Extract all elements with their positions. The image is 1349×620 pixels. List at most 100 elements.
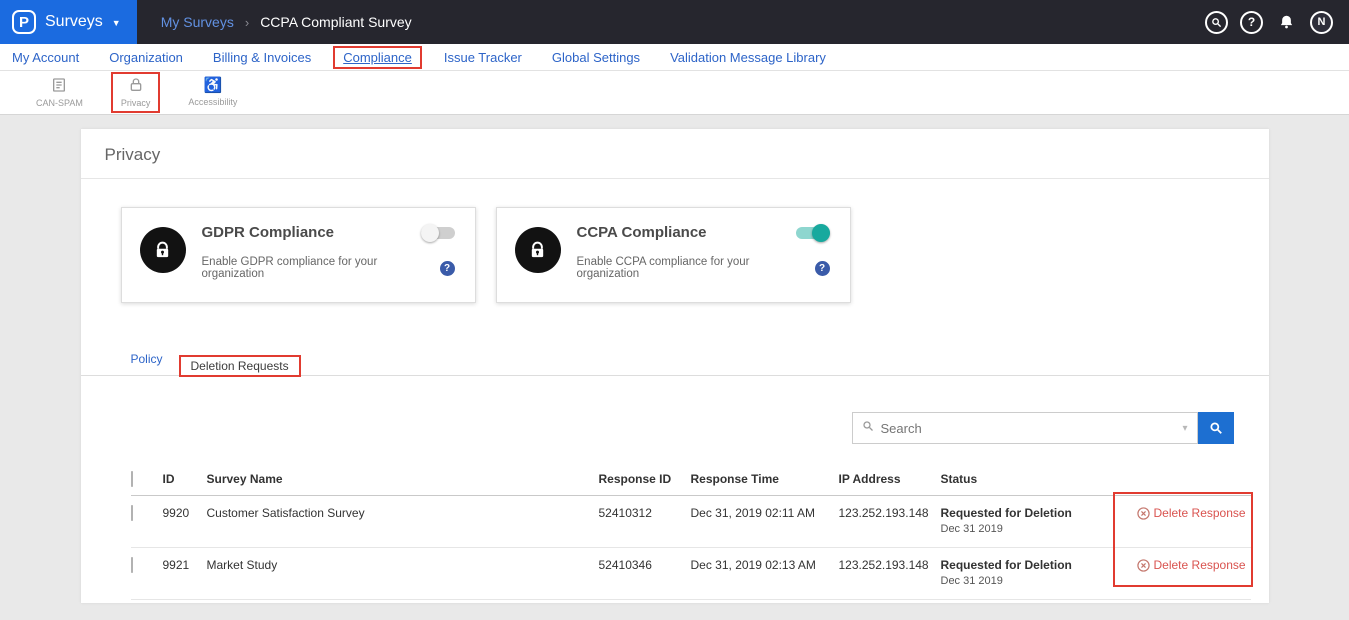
cell-response-id: 52410312 [599, 496, 691, 548]
status-text: Requested for Deletion [941, 506, 1137, 520]
brand-logo: P [12, 10, 36, 34]
ccpa-compliance-card: CCPA Compliance Enable CCPA compliance f… [496, 207, 851, 303]
nav-compliance[interactable]: Compliance [343, 50, 412, 65]
delete-response-label: Delete Response [1154, 558, 1246, 572]
nav-issue-tracker[interactable]: Issue Tracker [444, 50, 522, 65]
col-status: Status [941, 466, 1137, 496]
breadcrumb: My Surveys › CCPA Compliant Survey [161, 14, 412, 30]
accessibility-icon: ♿ [204, 78, 223, 94]
gdpr-help-icon[interactable]: ? [440, 261, 455, 276]
breadcrumb-separator: › [245, 15, 249, 30]
col-survey-name: Survey Name [207, 466, 599, 496]
row-checkbox[interactable] [131, 505, 133, 521]
cell-id: 9921 [163, 548, 207, 600]
privacy-tabs: Policy Deletion Requests [81, 345, 1269, 376]
subnav-label: CAN-SPAM [36, 98, 83, 108]
tab-deletion-requests[interactable]: Deletion Requests [181, 354, 299, 380]
lock-icon [515, 227, 561, 273]
select-all-checkbox[interactable] [131, 471, 133, 487]
nav-validation-message-library[interactable]: Validation Message Library [670, 50, 826, 65]
cell-actions: Delete Response [1137, 548, 1251, 600]
cell-response-time: Dec 31, 2019 02:13 AM [691, 548, 839, 600]
gdpr-card-body: GDPR Compliance Enable GDPR compliance f… [202, 224, 457, 280]
app-switcher[interactable]: P Surveys ▼ [0, 0, 137, 44]
search-button[interactable] [1198, 412, 1234, 444]
circle-x-icon [1137, 507, 1150, 520]
subnav-accessibility[interactable]: ♿ Accessibility [180, 75, 245, 110]
compliance-toolbar: CAN-SPAM Privacy ♿ Accessibility [0, 71, 1349, 115]
circle-x-icon [1137, 559, 1150, 572]
nav-global-settings[interactable]: Global Settings [552, 50, 640, 65]
notifications-bell-icon[interactable] [1275, 11, 1298, 34]
search-icon[interactable] [1205, 11, 1228, 34]
search-box: ▾ [852, 412, 1198, 444]
cell-status: Requested for Deletion Dec 31 2019 [941, 548, 1137, 600]
gdpr-description: Enable GDPR compliance for your organiza… [202, 256, 440, 280]
annotation-box-compliance: Compliance [333, 46, 422, 69]
subnav-label: Accessibility [188, 97, 237, 107]
document-icon [51, 77, 67, 95]
subnav-label: Privacy [121, 98, 151, 108]
breadcrumb-my-surveys[interactable]: My Surveys [161, 14, 234, 30]
gdpr-title: GDPR Compliance [202, 224, 335, 241]
status-text: Requested for Deletion [941, 558, 1137, 572]
delete-response-button[interactable]: Delete Response [1137, 558, 1246, 572]
help-icon[interactable]: ? [1240, 11, 1263, 34]
table-row: 9921 Market Study 52410346 Dec 31, 2019 … [131, 548, 1251, 600]
cell-actions: Delete Response [1137, 496, 1251, 548]
ccpa-description: Enable CCPA compliance for your organiza… [577, 256, 815, 280]
cell-ip-address: 123.252.193.148 [839, 548, 941, 600]
cell-status: Requested for Deletion Dec 31 2019 [941, 496, 1137, 548]
table-header-row: ID Survey Name Response ID Response Time… [131, 466, 1251, 496]
row-checkbox[interactable] [131, 557, 133, 573]
deletion-requests-table-wrap: ID Survey Name Response ID Response Time… [131, 466, 1251, 600]
annotation-box-privacy: Privacy [111, 72, 161, 113]
deletion-requests-table: ID Survey Name Response ID Response Time… [131, 466, 1251, 600]
cell-ip-address: 123.252.193.148 [839, 496, 941, 548]
gdpr-toggle[interactable] [421, 227, 455, 239]
content-area: Privacy GDPR Compliance Enable GDPR comp… [0, 115, 1349, 620]
cell-response-time: Dec 31, 2019 02:11 AM [691, 496, 839, 548]
subnav-privacy[interactable]: Privacy [113, 74, 159, 111]
page-title: Privacy [81, 129, 1269, 179]
nav-organization[interactable]: Organization [109, 50, 183, 65]
delete-response-label: Delete Response [1154, 506, 1246, 520]
status-date: Dec 31 2019 [941, 575, 1137, 587]
avatar[interactable]: N [1310, 11, 1333, 34]
ccpa-toggle[interactable] [796, 227, 830, 239]
brand-label: Surveys [45, 13, 103, 31]
annotation-box-deletion-requests: Deletion Requests [179, 355, 301, 377]
ccpa-help-icon[interactable]: ? [815, 261, 830, 276]
cell-response-id: 52410346 [599, 548, 691, 600]
search-icon [862, 419, 874, 437]
status-date: Dec 31 2019 [941, 523, 1137, 535]
chevron-down-icon[interactable]: ▾ [1182, 423, 1187, 434]
col-response-time: Response Time [691, 466, 839, 496]
nav-billing-invoices[interactable]: Billing & Invoices [213, 50, 311, 65]
subnav-can-spam[interactable]: CAN-SPAM [28, 74, 91, 111]
col-actions [1137, 466, 1251, 496]
ccpa-title: CCPA Compliance [577, 224, 707, 241]
ccpa-card-body: CCPA Compliance Enable CCPA compliance f… [577, 224, 832, 280]
gdpr-compliance-card: GDPR Compliance Enable GDPR compliance f… [121, 207, 476, 303]
nav-my-account[interactable]: My Account [12, 50, 79, 65]
tab-policy[interactable]: Policy [121, 345, 173, 375]
lock-icon [140, 227, 186, 273]
col-id: ID [163, 466, 207, 496]
cell-survey-name: Customer Satisfaction Survey [207, 496, 599, 548]
col-response-id: Response ID [599, 466, 691, 496]
col-ip-address: IP Address [839, 466, 941, 496]
table-row: 9920 Customer Satisfaction Survey 524103… [131, 496, 1251, 548]
delete-response-button[interactable]: Delete Response [1137, 506, 1246, 520]
compliance-cards: GDPR Compliance Enable GDPR compliance f… [81, 179, 1269, 303]
lock-icon [128, 77, 144, 95]
chevron-down-icon: ▼ [112, 18, 121, 28]
privacy-panel: Privacy GDPR Compliance Enable GDPR comp… [81, 129, 1269, 603]
cell-id: 9920 [163, 496, 207, 548]
search-input[interactable] [881, 421, 1176, 436]
topbar: P Surveys ▼ My Surveys › CCPA Compliant … [0, 0, 1349, 44]
cell-survey-name: Market Study [207, 548, 599, 600]
toggle-knob [421, 224, 439, 242]
settings-nav: My Account Organization Billing & Invoic… [0, 44, 1349, 71]
search-row: ▾ [81, 376, 1269, 444]
